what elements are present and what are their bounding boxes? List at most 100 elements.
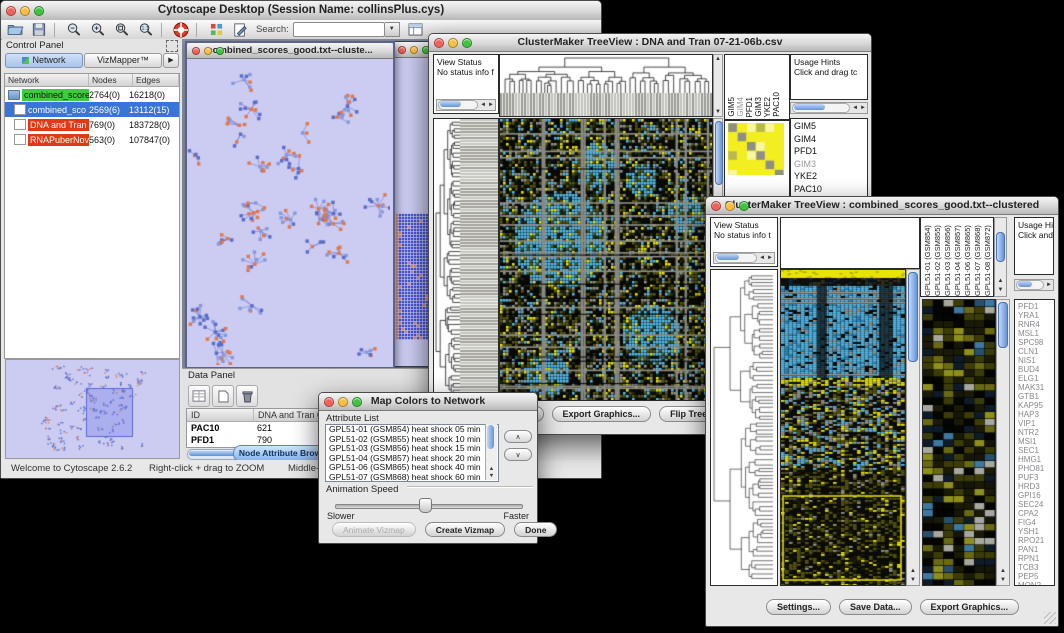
scroll-left-icon[interactable]: ◄ bbox=[758, 255, 766, 261]
column-label[interactable]: GPL51-06 (GSM865) bbox=[963, 220, 972, 296]
gene-label[interactable]: NTR2 bbox=[1015, 428, 1054, 437]
tv2-row-dendrogram-pane[interactable] bbox=[710, 269, 778, 586]
column-label[interactable]: PAC10 bbox=[772, 92, 781, 117]
view-status-scrollbar[interactable]: ◄► bbox=[713, 252, 775, 264]
minimize-button[interactable] bbox=[410, 46, 418, 54]
column-label[interactable]: GPL51-08 (GSM872) bbox=[983, 220, 992, 296]
column-label[interactable]: YKE2 bbox=[763, 97, 772, 117]
scroll-left-icon[interactable]: ◄ bbox=[851, 105, 859, 111]
close-button[interactable] bbox=[6, 6, 16, 16]
new-attribute-icon[interactable] bbox=[212, 385, 234, 407]
float-panel-icon[interactable] bbox=[166, 40, 178, 52]
scroll-right-icon[interactable]: ► bbox=[487, 102, 495, 108]
heatmap-canvas[interactable] bbox=[500, 119, 712, 400]
search-dropdown-icon[interactable]: ▼ bbox=[385, 22, 400, 37]
gene-label[interactable]: HMG1 bbox=[1015, 455, 1054, 464]
listbox-scrollbar[interactable]: ▲▼ bbox=[485, 424, 497, 480]
gene-label[interactable]: RNR4 bbox=[1015, 320, 1054, 329]
minimize-button[interactable] bbox=[338, 397, 348, 407]
close-button[interactable] bbox=[192, 47, 200, 55]
scrollbar-thumb[interactable] bbox=[440, 101, 461, 107]
gene-label[interactable]: MSL1 bbox=[1015, 329, 1054, 338]
network-table-row[interactable]: combined_sco 2569(6) 13112(15) bbox=[5, 102, 179, 117]
scroll-up-icon[interactable]: ▲ bbox=[714, 56, 722, 62]
zoom-button[interactable] bbox=[34, 6, 44, 16]
close-button[interactable] bbox=[711, 201, 721, 211]
tv1-heatmap-pane[interactable] bbox=[499, 118, 713, 401]
network-table-row[interactable]: combined_scores 2764(0) 16218(0) bbox=[5, 87, 179, 102]
column-label[interactable]: GIM3 bbox=[754, 97, 763, 117]
minimize-button[interactable] bbox=[204, 47, 212, 55]
resize-grip[interactable] bbox=[1044, 612, 1056, 624]
gene-label[interactable]: CPA2 bbox=[1015, 509, 1054, 518]
network-overview-canvas[interactable] bbox=[6, 360, 177, 456]
gene-label[interactable]: PAN1 bbox=[1015, 545, 1054, 554]
gene-label[interactable]: MAK31 bbox=[1015, 383, 1054, 392]
gene-label[interactable]: GTB1 bbox=[1015, 392, 1054, 401]
zoom-heatmap-canvas[interactable] bbox=[923, 300, 995, 585]
save-icon[interactable] bbox=[29, 22, 49, 38]
row-dendrogram-canvas[interactable] bbox=[711, 270, 777, 585]
scroll-up-icon[interactable]: ▲ bbox=[486, 466, 497, 472]
dialog-button[interactable]: Create Vizmap bbox=[425, 522, 505, 537]
gene-label[interactable]: YKE2 bbox=[791, 170, 867, 183]
gene-label[interactable]: YSH1 bbox=[1015, 527, 1054, 536]
column-label[interactable]: GIM4 bbox=[736, 97, 745, 117]
gene-label[interactable]: PFD1 bbox=[791, 145, 867, 158]
scroll-down-icon[interactable]: ▼ bbox=[995, 287, 1006, 293]
tv2-column-dendrogram-pane[interactable] bbox=[780, 217, 920, 269]
gene-label[interactable]: SPC98 bbox=[1015, 338, 1054, 347]
gene-label[interactable]: VIP1 bbox=[1015, 419, 1054, 428]
gene-label[interactable]: SEC24 bbox=[1015, 500, 1054, 509]
dialog-button[interactable]: Done bbox=[514, 522, 557, 537]
scrollbar-thumb[interactable] bbox=[998, 302, 1008, 348]
treeview2-titlebar[interactable]: ClusterMaker TreeView : combined_scores_… bbox=[706, 197, 1058, 215]
column-dendrogram-canvas[interactable] bbox=[500, 55, 712, 116]
gene-label[interactable]: PFD1 bbox=[1015, 302, 1054, 311]
column-label[interactable]: GIM5 bbox=[727, 97, 736, 117]
gene-label[interactable]: ELG1 bbox=[1015, 374, 1054, 383]
network-view-window-1[interactable]: combined_scores_good.txt--cluste... bbox=[185, 41, 395, 368]
scroll-right-icon[interactable]: ► bbox=[859, 105, 867, 111]
search-input[interactable] bbox=[293, 22, 385, 37]
gene-label[interactable]: GIM5 bbox=[791, 120, 867, 133]
gene-label[interactable]: MON2 bbox=[1015, 581, 1054, 586]
tv2-global-scrollbar[interactable]: ▲▼ bbox=[906, 269, 920, 586]
gene-label[interactable]: FIG4 bbox=[1015, 518, 1054, 527]
help-lifering-icon[interactable] bbox=[171, 22, 191, 38]
scrollbar-thumb[interactable] bbox=[487, 425, 494, 449]
gene-label[interactable]: PHO81 bbox=[1015, 464, 1054, 473]
network-table-row[interactable]: DNA and Tran 07 769(0) 183728(0) bbox=[5, 117, 179, 132]
close-button[interactable] bbox=[398, 46, 406, 54]
attribute-listbox[interactable]: GPL51-01 (GSM854) heat shock 05 minGPL51… bbox=[325, 424, 499, 482]
column-label[interactable]: PFD1 bbox=[745, 97, 754, 117]
minimize-button[interactable] bbox=[725, 201, 735, 211]
zoom-button[interactable] bbox=[739, 201, 749, 211]
scroll-down-icon[interactable]: ▼ bbox=[486, 473, 497, 479]
gene-label[interactable]: HAP3 bbox=[1015, 410, 1054, 419]
network-overview-panel[interactable] bbox=[5, 359, 180, 459]
vizmapper-icon[interactable] bbox=[206, 22, 226, 38]
col-nodes[interactable]: Nodes bbox=[89, 74, 133, 86]
scroll-right-icon[interactable]: ► bbox=[1045, 282, 1053, 288]
id-column-header[interactable]: ID bbox=[187, 409, 254, 421]
row-dendrogram-canvas[interactable] bbox=[434, 119, 498, 400]
treeview-button[interactable]: Save Data... bbox=[839, 599, 912, 615]
gene-label[interactable]: NIS1 bbox=[1015, 356, 1054, 365]
gene-label[interactable]: HRD3 bbox=[1015, 482, 1054, 491]
gene-label[interactable]: RPO21 bbox=[1015, 536, 1054, 545]
network-view-canvas[interactable] bbox=[187, 59, 390, 365]
attribute-list-item[interactable]: GPL51-07 (GSM868) heat shock 60 min bbox=[326, 473, 498, 483]
move-up-button[interactable]: ∧ bbox=[504, 430, 532, 443]
zoom-button[interactable] bbox=[352, 397, 362, 407]
treeview1-titlebar[interactable]: ClusterMaker TreeView : DNA and Tran 07-… bbox=[429, 34, 871, 52]
gene-label[interactable]: SEC1 bbox=[1015, 446, 1054, 455]
zoom-selected-icon[interactable] bbox=[112, 22, 132, 38]
column-label[interactable]: GPL51-03 (GSM856) bbox=[943, 220, 952, 296]
gene-label[interactable]: GIM4 bbox=[791, 133, 867, 146]
gene-label[interactable]: KAP95 bbox=[1015, 401, 1054, 410]
zoom-in-icon[interactable] bbox=[88, 22, 108, 38]
gene-label[interactable]: PAC10 bbox=[791, 183, 867, 196]
gene-label[interactable]: PEP5 bbox=[1015, 572, 1054, 581]
scroll-left-icon[interactable]: ◄ bbox=[479, 102, 487, 108]
